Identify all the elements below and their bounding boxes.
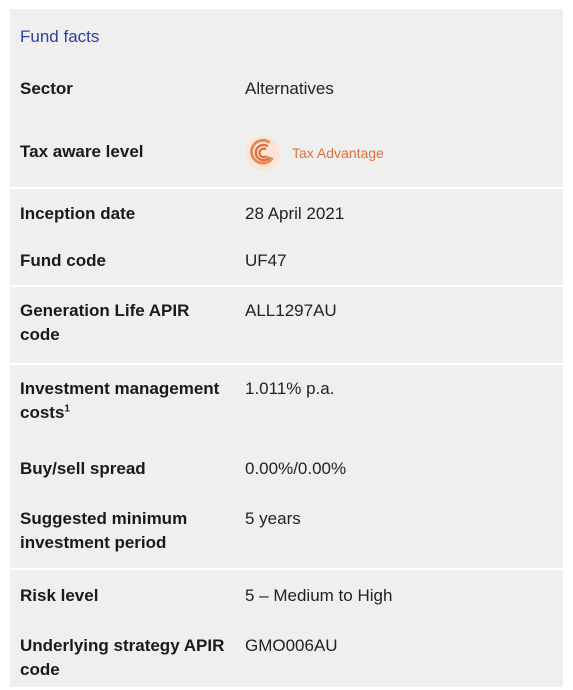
fact-label: Buy/sell spread bbox=[20, 459, 146, 478]
fact-label: Suggested minimum investment period bbox=[20, 509, 188, 552]
fact-label: Inception date bbox=[20, 204, 136, 223]
fact-label: Fund code bbox=[20, 251, 106, 270]
fact-value: ALL1297AU bbox=[245, 301, 337, 320]
fact-value: Alternatives bbox=[245, 79, 334, 98]
divider bbox=[10, 285, 563, 287]
fact-value: 28 April 2021 bbox=[245, 204, 345, 223]
fact-value: UF47 bbox=[245, 251, 287, 270]
tax-advantage-label: Tax Advantage bbox=[292, 145, 384, 161]
fact-label: Underlying strategy APIR code bbox=[20, 636, 225, 679]
footnote-marker: 1 bbox=[64, 403, 70, 415]
fact-label: Generation Life APIR code bbox=[20, 301, 190, 344]
divider bbox=[10, 568, 563, 570]
divider bbox=[10, 363, 563, 365]
divider bbox=[10, 187, 563, 189]
tax-advantage-badge: Tax Advantage bbox=[245, 135, 384, 171]
fact-label: Tax aware level bbox=[20, 142, 144, 161]
fact-value: 1.011% p.a. bbox=[245, 379, 335, 398]
fact-value: GMO006AU bbox=[245, 636, 338, 655]
fact-value: 5 – Medium to High bbox=[245, 586, 393, 605]
fact-label: Risk level bbox=[20, 586, 99, 605]
panel-title: Fund facts bbox=[20, 27, 100, 46]
fact-value: 5 years bbox=[245, 509, 301, 528]
fact-label: Investment management costs1 bbox=[20, 377, 232, 425]
fact-label-text: Investment management costs bbox=[20, 379, 220, 422]
fund-facts-panel: Fund facts Sector Alternatives Tax aware… bbox=[10, 9, 563, 687]
fact-label: Sector bbox=[20, 79, 73, 98]
fact-value: 0.00%/0.00% bbox=[245, 459, 347, 478]
tax-advantage-ring-icon bbox=[246, 135, 281, 171]
